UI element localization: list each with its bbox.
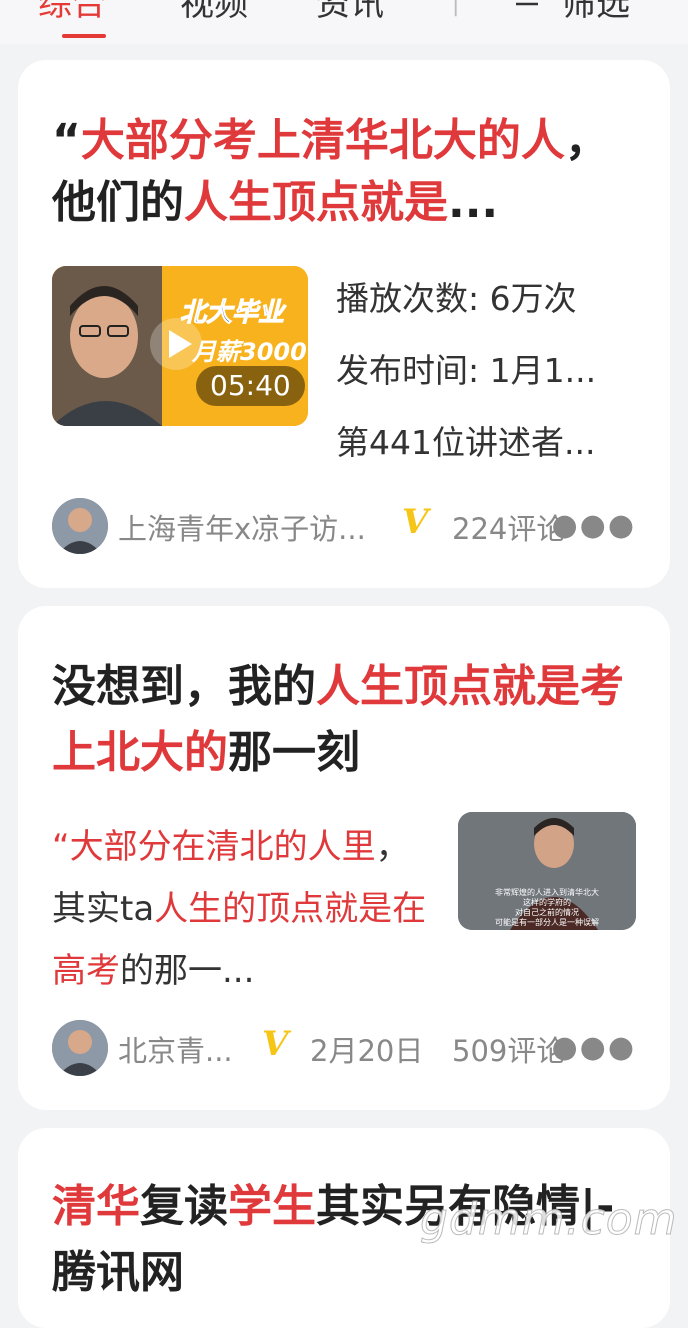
tab-divider: |: [452, 0, 460, 17]
title-highlight: 人生顶点就是: [184, 177, 448, 228]
card-title[interactable]: “大部分考上清华北大的人，他们的人生顶点就是...: [52, 110, 636, 234]
more-options-icon[interactable]: ●●●: [551, 1030, 636, 1065]
subtitle-line: 对自己之前的情况: [515, 908, 579, 917]
excerpt-highlight: “大部分在清北的人里: [52, 827, 376, 867]
subtitle-line: 可能是有一部分人是一种误解: [495, 918, 599, 927]
play-icon[interactable]: [148, 316, 204, 372]
title-highlight: 清华: [52, 1181, 140, 1232]
tab-news[interactable]: 资讯: [316, 0, 384, 26]
comment-count: 224评论: [452, 512, 566, 546]
filter-icon[interactable]: [514, 0, 540, 14]
card-title[interactable]: 没想到，我的人生顶点就是考上北大的那一刻: [52, 654, 636, 786]
author-name[interactable]: 北京青...: [118, 1028, 233, 1070]
card-excerpt: “大部分在清北的人里，其实ta人生的顶点就是在高考的那一...: [52, 816, 432, 1002]
site-watermark: gdmm.com: [420, 1194, 678, 1246]
result-card-article[interactable]: 没想到，我的人生顶点就是考上北大的那一刻 “大部分在清北的人里，其实ta人生的顶…: [18, 606, 670, 1110]
narrator-rank: 第441位讲述者...: [336, 423, 596, 462]
author-name[interactable]: 上海青年x凉子访...: [118, 506, 366, 548]
publish-time: 发布时间: 1月1...: [336, 351, 597, 390]
title-highlight: 学生: [228, 1181, 316, 1232]
verified-v-icon: V: [262, 1024, 289, 1064]
video-thumbnail[interactable]: 北大毕业 月薪3000 05:40: [52, 266, 308, 426]
author-row: 北京青... V 2月20日 509评论 ●●●: [52, 1020, 636, 1076]
verified-v-icon: V: [402, 502, 429, 542]
author-avatar[interactable]: [52, 1020, 108, 1076]
title-highlight: 大部分考上清华北大的人: [80, 115, 565, 166]
subtitle-line: 这样的学府的: [523, 898, 571, 907]
title-segment: 那一刻: [228, 727, 360, 778]
result-card-video[interactable]: “大部分考上清华北大的人，他们的人生顶点就是... 北大毕业 月薪3000 05…: [18, 60, 670, 588]
tab-video[interactable]: 视频: [180, 0, 248, 26]
subtitle-line: 非常辉煌的人进入到清华北大: [495, 888, 599, 897]
title-segment: 没想到，我的: [52, 661, 316, 712]
tab-comprehensive[interactable]: 综合: [38, 0, 106, 26]
publish-date: 2月20日: [310, 1034, 424, 1068]
title-segment: 复读: [140, 1181, 228, 1232]
play-count: 播放次数: 6万次: [336, 279, 577, 318]
thumb-subtitles: 非常辉煌的人进入到清华北大 这样的学府的 对自己之前的情况 可能是有一部分人是一…: [458, 888, 636, 928]
comment-count: 509评论: [452, 1034, 566, 1068]
title-ellipsis: ...: [448, 177, 499, 228]
more-options-icon[interactable]: ●●●: [551, 508, 636, 543]
top-tab-bar: 综合 视频 资讯 | 筛选: [0, 0, 688, 44]
video-duration: 05:40: [196, 366, 305, 406]
article-thumbnail[interactable]: 非常辉煌的人进入到清华北大 这样的学府的 对自己之前的情况 可能是有一部分人是一…: [458, 812, 636, 930]
active-tab-indicator: [62, 34, 106, 38]
thumb-overlay-line2: 月薪3000: [192, 338, 307, 366]
title-segment: “: [52, 115, 81, 166]
author-avatar[interactable]: [52, 498, 108, 554]
author-row: 上海青年x凉子访... V 224评论 ●●●: [52, 498, 636, 554]
filter-button[interactable]: 筛选: [562, 0, 630, 26]
excerpt-segment: 的那一...: [120, 951, 255, 991]
